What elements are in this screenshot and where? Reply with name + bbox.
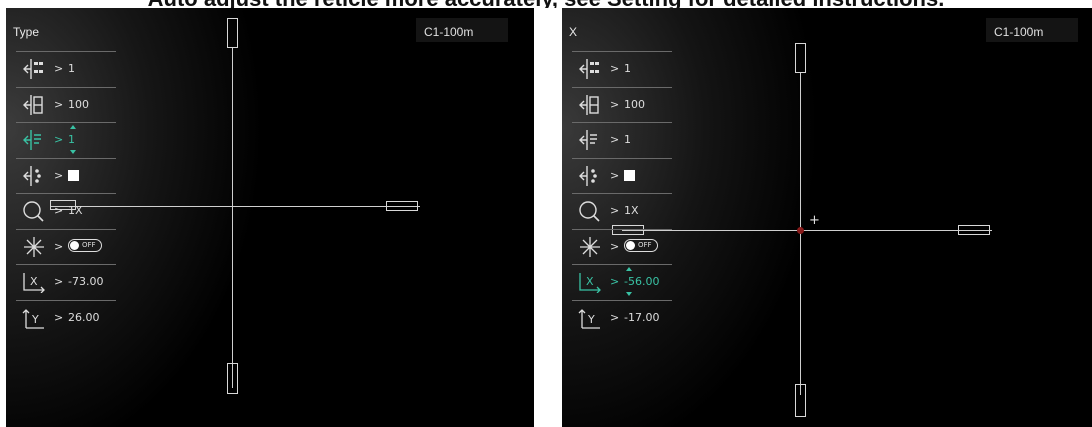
menu-item-reticle-brightness[interactable]: > 1 — [16, 122, 116, 158]
y-axis-icon: Y — [578, 308, 600, 329]
menu-item-y-axis[interactable]: Y > 26.00 — [16, 299, 116, 336]
reticle-top-bar — [795, 43, 806, 73]
svg-text:X: X — [30, 275, 38, 288]
profile-label: C1-100m — [986, 18, 1078, 42]
zero-point-marker — [797, 227, 804, 234]
freeze-icon — [24, 236, 44, 257]
reticle-view-left: Type C1-100m > 1 > 100 > 1 > > 1X > OFF … — [6, 8, 534, 427]
menu-value: 1 — [624, 133, 631, 146]
freeze-toggle[interactable]: OFF — [68, 238, 102, 252]
reticle-bottom-bar — [227, 363, 238, 394]
reticle-right-bar — [386, 201, 418, 211]
reticle-top-bar — [227, 18, 238, 48]
toggle-knob — [626, 240, 635, 250]
menu-item-reticle-brightness[interactable]: > 1 — [572, 122, 672, 158]
solid-square-icon — [68, 169, 79, 181]
menu-item-x-axis[interactable]: X > -73.00 — [16, 264, 116, 300]
toggle-knob — [70, 240, 79, 250]
toggle-label: OFF — [638, 240, 652, 249]
x-axis-icon: X — [579, 273, 601, 293]
menu-value: 1X — [624, 204, 639, 217]
reticle-style-icon — [23, 165, 41, 186]
reticle-brightness-icon — [23, 130, 41, 150]
reticle-vertical-line — [800, 73, 801, 395]
menu-arrow: > — [610, 310, 620, 324]
reticle-right-bar — [958, 225, 990, 235]
freeze-toggle[interactable]: OFF — [624, 238, 658, 252]
menu-arrow: > — [610, 133, 620, 146]
menu-value: -17.00 — [624, 310, 660, 324]
reticle-view-right: X C1-100m + > 1 > 100 > 1 > > 1X > OFF X… — [562, 8, 1092, 427]
menu-arrow: > — [54, 275, 64, 288]
menu-title: Type — [13, 25, 40, 39]
menu-item-zoom[interactable]: > 1X — [16, 193, 116, 229]
menu-arrow: > — [54, 239, 64, 253]
menu-value: 1 — [68, 62, 75, 75]
zoom-icon — [579, 201, 600, 222]
menu-item-reticle-style[interactable]: > — [16, 157, 116, 194]
reticle-vertical-line — [232, 48, 233, 388]
menu-item-reticle-color[interactable]: > 100 — [572, 86, 672, 123]
menu-arrow: > — [610, 97, 620, 111]
reticle-brightness-icon — [579, 130, 597, 150]
zoom-icon — [23, 201, 44, 222]
menu-arrow: > — [54, 97, 64, 111]
menu-item-freeze[interactable]: > OFF — [572, 228, 672, 265]
increase-arrow-icon[interactable] — [626, 267, 632, 271]
menu-arrow: > — [54, 310, 64, 324]
menu-value: 100 — [624, 97, 645, 111]
reticle-horizontal-line — [622, 230, 992, 231]
menu-arrow: > — [54, 62, 64, 75]
menu-value: 1 — [68, 133, 75, 146]
freeze-icon — [580, 236, 600, 257]
settings-menu: > 1 > 100 > 1 > > 1X > OFF X > -73.00 Y … — [16, 51, 116, 335]
menu-value: -56.00 — [624, 275, 660, 288]
menu-item-x-axis[interactable]: X > -56.00 — [572, 264, 672, 300]
x-axis-icon: X — [23, 273, 45, 293]
y-axis-icon: Y — [22, 308, 44, 329]
menu-arrow: > — [610, 168, 620, 182]
menu-arrow: > — [610, 204, 620, 217]
menu-title: X — [569, 25, 578, 39]
decrease-arrow-icon[interactable] — [626, 292, 632, 296]
menu-arrow: > — [54, 204, 64, 217]
profile-label: C1-100m — [416, 18, 508, 42]
reticle-color-icon — [23, 94, 43, 115]
menu-value: -73.00 — [68, 275, 104, 288]
increase-arrow-icon[interactable] — [70, 125, 76, 129]
svg-text:Y: Y — [587, 313, 595, 326]
adjust-cursor-icon: + — [809, 213, 820, 228]
menu-item-reticle-style[interactable]: > — [572, 157, 672, 194]
settings-menu: > 1 > 100 > 1 > > 1X > OFF X > -56.00 Y … — [572, 51, 672, 335]
menu-arrow: > — [54, 168, 64, 182]
menu-value: 1X — [68, 204, 83, 217]
menu-value: 100 — [68, 97, 89, 111]
instruction-caption: Auto adjust the reticle more accurately,… — [0, 0, 1092, 8]
menu-value: 26.00 — [68, 310, 100, 324]
menu-item-y-axis[interactable]: Y > -17.00 — [572, 299, 672, 336]
menu-item-freeze[interactable]: > OFF — [16, 228, 116, 265]
menu-arrow: > — [54, 133, 64, 146]
reticle-type-icon — [579, 59, 599, 79]
menu-value: 1 — [624, 62, 631, 75]
menu-item-reticle-color[interactable]: > 100 — [16, 86, 116, 123]
menu-arrow: > — [610, 62, 620, 75]
menu-item-reticle-type[interactable]: > 1 — [572, 51, 672, 87]
reticle-style-icon — [579, 165, 597, 186]
reticle-type-icon — [23, 59, 43, 79]
svg-text:Y: Y — [31, 313, 39, 326]
menu-arrow: > — [610, 239, 620, 253]
menu-arrow: > — [610, 275, 620, 288]
decrease-arrow-icon[interactable] — [70, 150, 76, 154]
svg-text:X: X — [586, 275, 594, 288]
reticle-color-icon — [579, 94, 599, 115]
menu-item-zoom[interactable]: > 1X — [572, 193, 672, 229]
menu-item-reticle-type[interactable]: > 1 — [16, 51, 116, 87]
solid-square-icon — [624, 169, 635, 181]
toggle-label: OFF — [82, 240, 96, 249]
reticle-bottom-bar — [795, 384, 806, 417]
